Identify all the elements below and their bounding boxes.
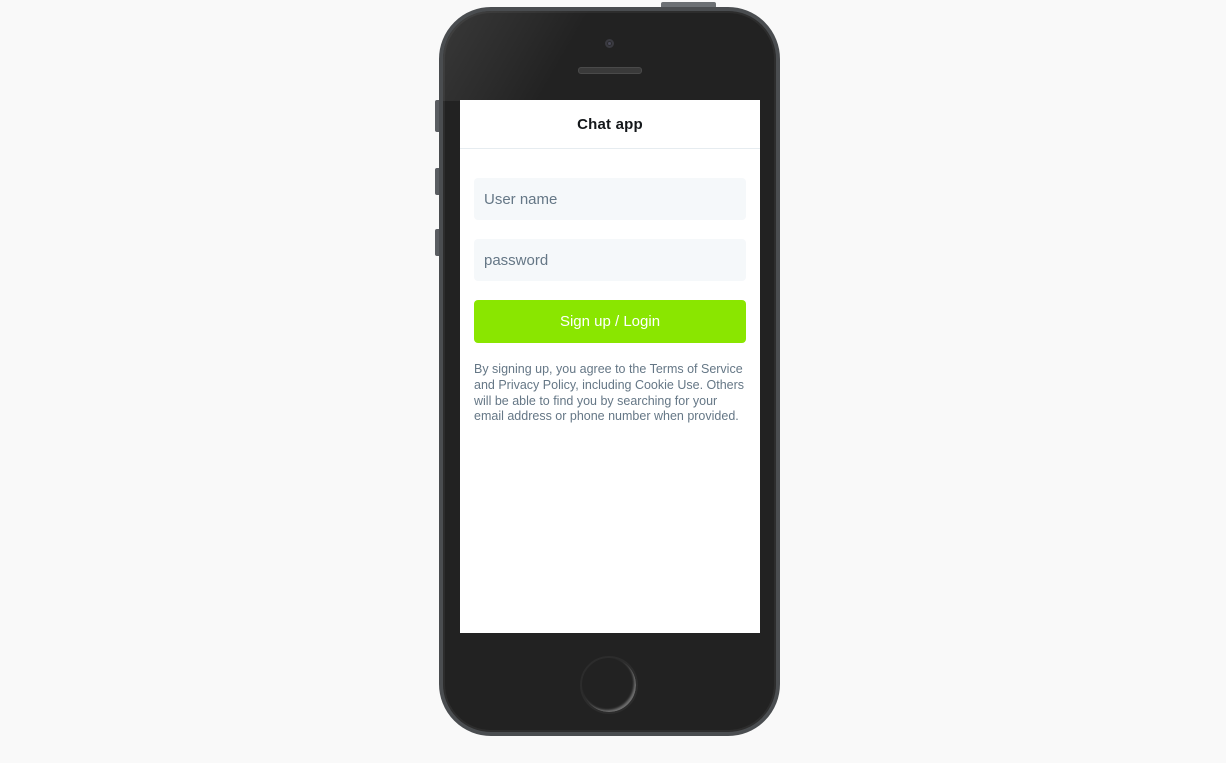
phone-sheen: [443, 11, 603, 101]
signup-login-button[interactable]: Sign up / Login: [474, 300, 746, 343]
username-input[interactable]: [474, 178, 746, 220]
app-title: Chat app: [577, 115, 643, 133]
front-camera-icon: [605, 39, 614, 48]
earpiece-speaker-icon: [578, 67, 642, 74]
password-input[interactable]: [474, 239, 746, 281]
home-button-icon[interactable]: [580, 656, 638, 714]
terms-notice: By signing up, you agree to the Terms of…: [474, 362, 745, 424]
app-screen: Chat app Sign up / Login By signing up, …: [460, 100, 760, 633]
app-header: Chat app: [460, 100, 760, 149]
login-form: Sign up / Login By signing up, you agree…: [460, 149, 760, 425]
